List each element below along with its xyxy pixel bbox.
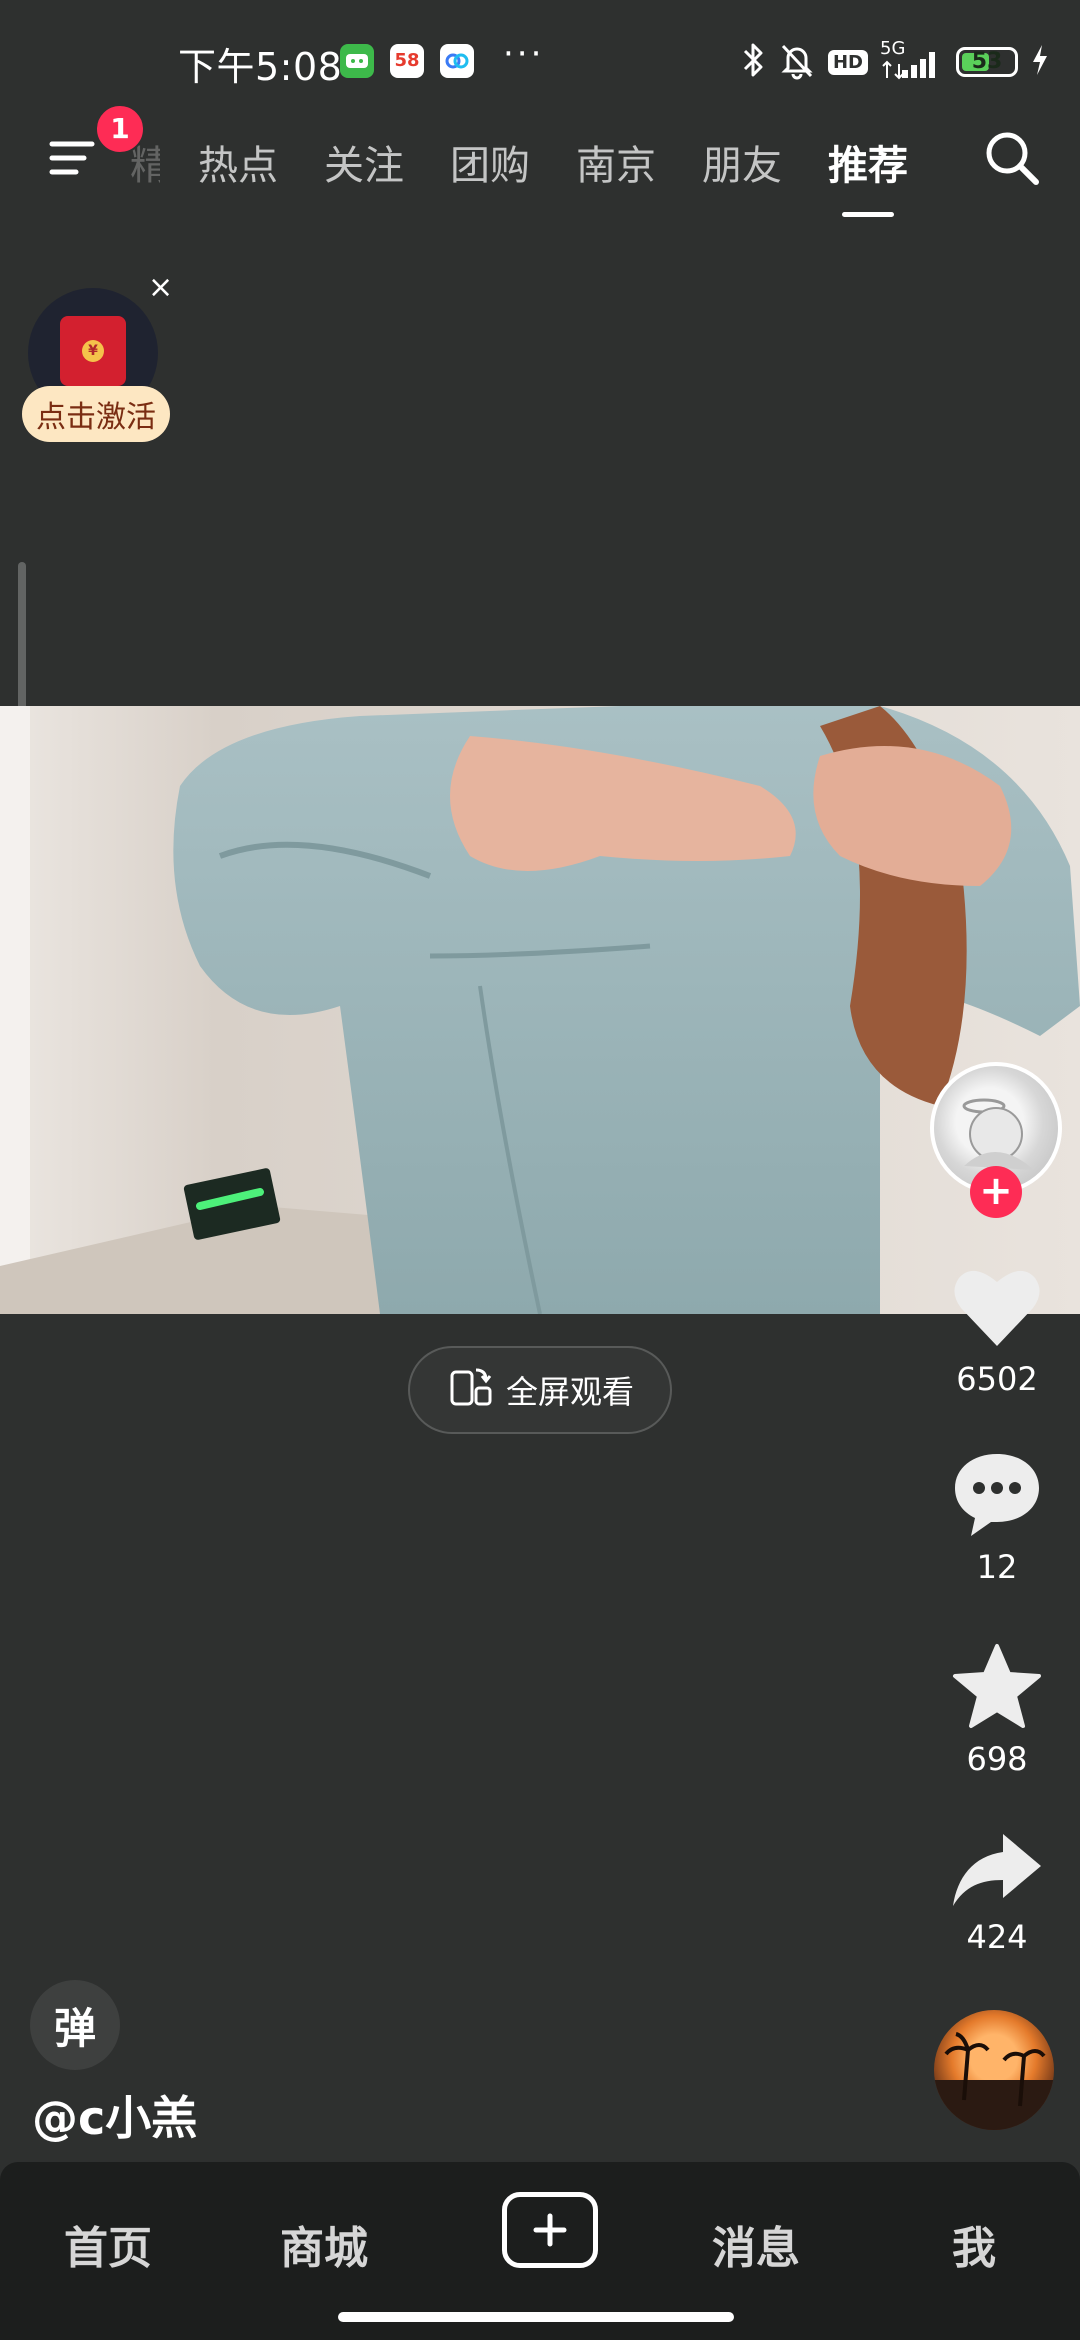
video-frame-image [0,706,1080,1314]
status-bar: 下午5:08 58 ··· HD 5G 53 [0,0,1080,120]
rotate-screen-icon [446,1362,494,1418]
wechat-app-icon [340,44,374,78]
tab-friends[interactable]: 朋友 [702,133,782,191]
charging-icon [1030,43,1050,81]
fullscreen-button[interactable]: 全屏观看 [408,1346,672,1434]
nav-me[interactable]: 我 [952,2212,996,2276]
status-right-group: HD 5G 53 [740,38,1050,84]
comment-icon [949,1454,1045,1544]
red-packet-activate-label[interactable]: 点击激活 [22,386,170,442]
creator-username[interactable]: @c小羔 [32,2082,197,2148]
tab-hot[interactable]: 热点 [198,133,278,191]
nav-messages[interactable]: 消息 [712,2212,800,2276]
star-icon [949,1644,1045,1736]
red-packet-close-button[interactable]: × [148,270,173,305]
video-feed-screen: 下午5:08 58 ··· HD 5G 53 精 热点 关注 团购 南京 朋友 … [0,0,1080,2340]
bluetooth-icon [740,40,766,84]
comment-count: 12 [976,1548,1018,1586]
favorite-button[interactable]: 698 [932,1642,1062,1778]
top-tab-bar: 精选 热点 关注 团购 南京 朋友 推荐 [0,110,1080,217]
favorite-count: 698 [966,1740,1028,1778]
search-icon[interactable] [980,126,1044,190]
tab-list: 精选 热点 关注 团购 南京 朋友 推荐 [130,122,954,217]
share-count: 424 [966,1918,1028,1956]
tab-recommended[interactable]: 推荐 [828,133,908,217]
follow-button[interactable]: + [970,1166,1022,1218]
heart-icon [949,1270,1045,1356]
fullscreen-label: 全屏观看 [505,1373,634,1411]
mute-bell-icon [778,40,816,84]
danmu-toggle-button[interactable]: 弹 [30,1980,120,2070]
status-more-dots: ··· [503,34,545,74]
video-player[interactable] [0,706,1080,1314]
menu-icon[interactable] [48,132,100,184]
comment-button[interactable]: 12 [932,1448,1062,1586]
hd-icon: HD [827,49,868,75]
tab-group-buy[interactable]: 团购 [450,133,530,191]
status-time: 下午5:08 [178,45,343,89]
signal-icon: 5G [880,38,944,82]
danmu-label: 弹 [53,2003,96,2053]
baidu-netdisk-app-icon [440,44,474,78]
battery-icon: 53 [956,47,1018,77]
red-packet-icon: ¥ [60,316,126,386]
like-button[interactable]: 6502 [932,1262,1062,1398]
create-button[interactable] [502,2192,598,2268]
coin-icon: ¥ [82,340,104,362]
battery-percent: 53 [971,49,1003,74]
share-button[interactable]: 424 [932,1830,1062,1956]
nav-mall[interactable]: 商城 [280,2212,368,2276]
home-indicator[interactable] [338,2312,734,2322]
music-disc-image [934,2032,1054,2130]
nav-home[interactable]: 首页 [64,2212,152,2276]
music-disc[interactable] [934,2010,1054,2130]
tab-nanjing[interactable]: 南京 [576,133,656,191]
like-count: 6502 [956,1360,1038,1398]
plus-icon [533,2213,567,2247]
fifty-eight-app-icon: 58 [390,44,424,78]
share-arrow-icon [949,1834,1045,1914]
scroll-indicator [18,562,26,722]
menu-notification-badge: 1 [95,104,145,154]
tab-following[interactable]: 关注 [324,133,404,191]
